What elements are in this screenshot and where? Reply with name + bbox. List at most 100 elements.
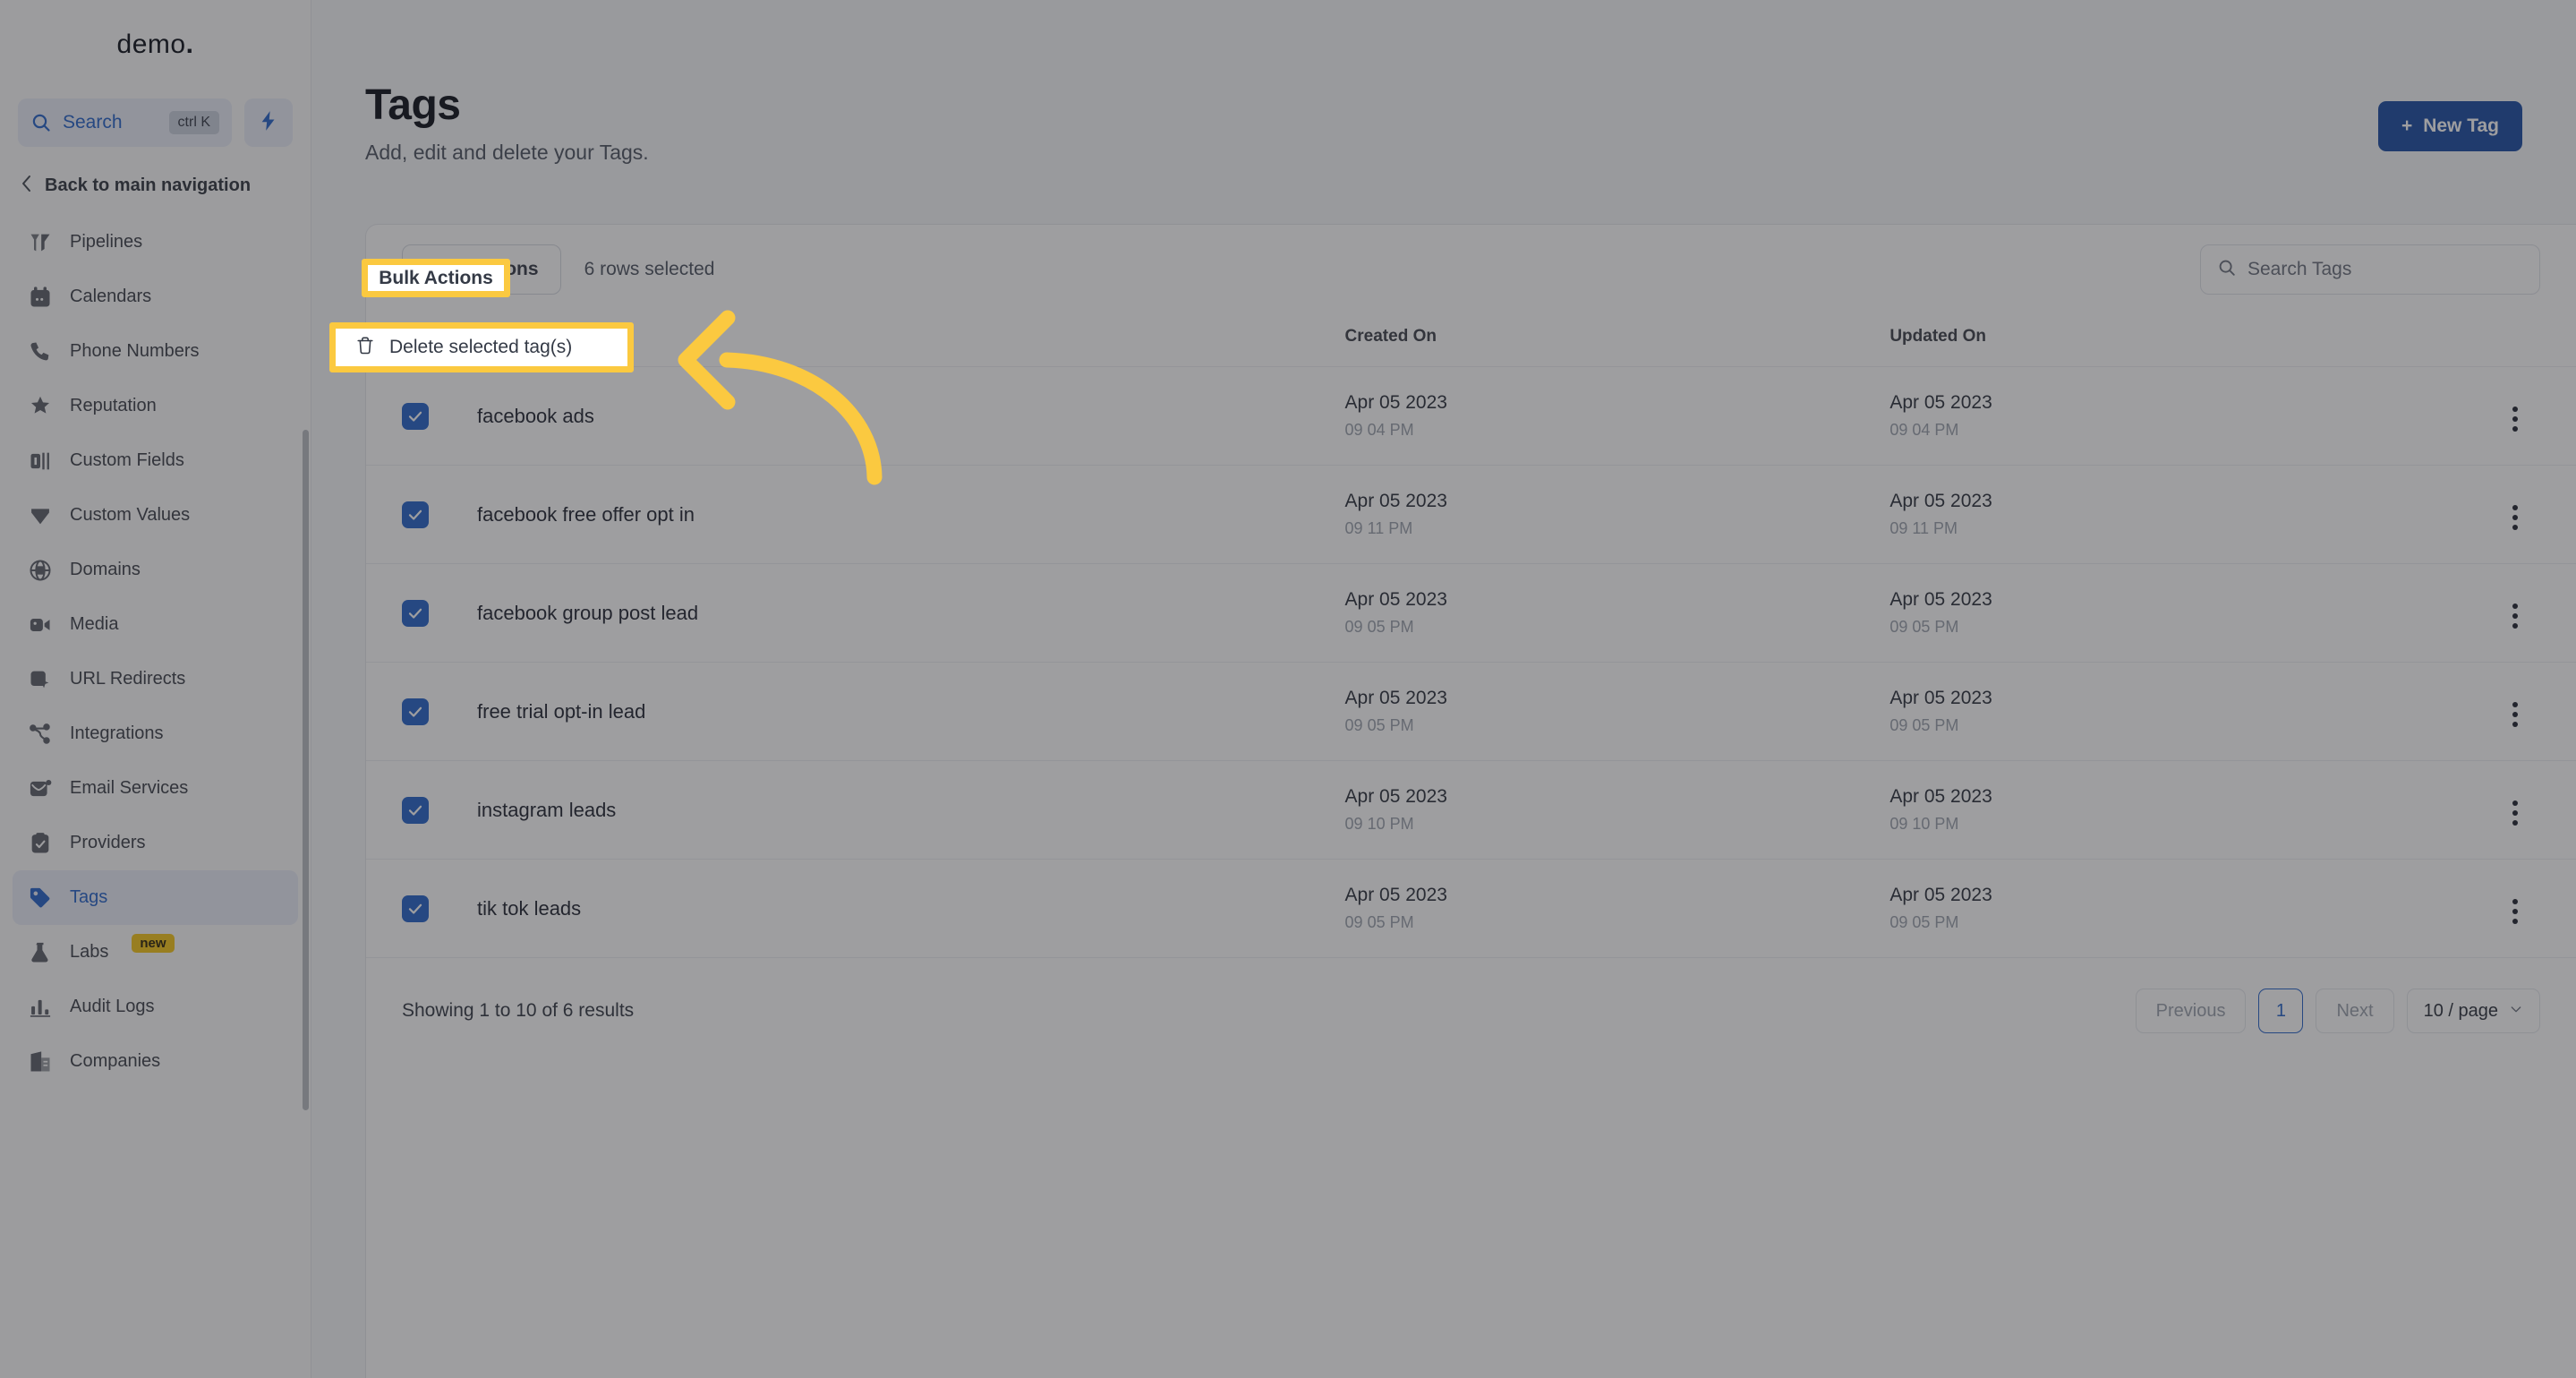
search-label: Search [63, 112, 123, 133]
showing-results-label: Showing 1 to 10 of 6 results [402, 1000, 635, 1021]
row-menu-icon[interactable] [2512, 603, 2519, 629]
sidebar-item-companies[interactable]: Companies [13, 1034, 298, 1089]
delete-selected-tags-label: Delete selected tag(s) [389, 337, 573, 357]
back-to-main-navigation[interactable]: Back to main navigation [0, 161, 311, 210]
table-row[interactable]: facebook group post lead Apr 05 2023 09 05… [366, 563, 2576, 663]
tag-name: facebook free offer opt in [477, 502, 695, 526]
row-actions-cell[interactable] [2454, 859, 2576, 958]
previous-page-button[interactable]: Previous [2135, 989, 2247, 1033]
created-time: 09 04 PM [1344, 421, 1414, 439]
tag-name-cell[interactable]: instagram leads [477, 760, 1345, 860]
sidebar-item-label: Email Services [70, 778, 189, 798]
sidebar-item-label: Phone Numbers [70, 341, 200, 361]
created-date: Apr 05 2023 [1344, 392, 1447, 413]
created-time: 09 05 PM [1344, 913, 1414, 931]
sidebar-item-label: Integrations [70, 723, 164, 743]
column-created-on[interactable]: Created On [1344, 314, 1890, 367]
sidebar-item-audit-logs[interactable]: Audit Logs [13, 980, 298, 1034]
row-checkbox-cell[interactable] [366, 366, 477, 466]
sidebar-item-label: Labs [70, 942, 109, 962]
row-actions-cell[interactable] [2454, 760, 2576, 860]
bulk-actions-highlight[interactable]: Bulk Actions [362, 259, 510, 297]
row-checkbox[interactable] [402, 894, 429, 922]
row-checkbox-cell[interactable] [366, 760, 477, 860]
new-tag-button[interactable]: + New Tag [2377, 101, 2522, 151]
row-menu-icon[interactable] [2512, 702, 2519, 727]
row-menu-icon[interactable] [2512, 407, 2519, 432]
row-checkbox[interactable] [402, 796, 429, 824]
tag-icon [27, 885, 54, 912]
per-page-select[interactable]: 10 / page [2406, 989, 2540, 1033]
sidebar-item-pipelines[interactable]: Pipelines [13, 215, 298, 270]
row-checkbox[interactable] [402, 402, 429, 430]
row-checkbox[interactable] [402, 501, 429, 528]
delete-selected-tags-menu-item[interactable]: Delete selected tag(s) [329, 322, 634, 372]
sidebar-item-label: Tags [70, 887, 108, 907]
created-on-cell: Apr 05 2023 09 11 PM [1344, 465, 1890, 564]
next-page-button[interactable]: Next [2316, 989, 2394, 1033]
sidebar-search-row: Search ctrl K [0, 98, 311, 147]
tag-name-cell[interactable]: facebook free offer opt in [477, 465, 1345, 564]
sidebar-item-domains[interactable]: Domains [13, 543, 298, 597]
updated-date: Apr 05 2023 [1889, 491, 1992, 511]
sidebar-item-integrations[interactable]: Integrations [13, 706, 298, 761]
search-tags-input[interactable]: Search Tags [2200, 244, 2540, 295]
row-actions-cell[interactable] [2454, 465, 2576, 564]
tags-toolbar: Bulk Actions 6 rows selected Search Tags [366, 225, 2576, 314]
sidebar-item-custom-fields[interactable]: Custom Fields [13, 433, 298, 488]
tag-name-cell[interactable]: free trial opt-in lead [477, 662, 1345, 761]
sidebar-item-custom-values[interactable]: Custom Values [13, 488, 298, 543]
tag-name-cell[interactable]: facebook ads [477, 366, 1345, 466]
row-checkbox[interactable] [402, 698, 429, 725]
sidebar-item-labs[interactable]: Labs new [13, 925, 298, 980]
sidebar-item-label: Custom Fields [70, 450, 184, 470]
sidebar-item-reputation[interactable]: Reputation [13, 379, 298, 433]
table-footer: Showing 1 to 10 of 6 results Previous 1 … [366, 958, 2576, 1064]
search-input[interactable]: Search ctrl K [18, 98, 232, 147]
tag-name-cell[interactable]: facebook group post lead [477, 563, 1345, 663]
row-checkbox-cell[interactable] [366, 465, 477, 564]
sidebar-item-email-services[interactable]: Email Services [13, 761, 298, 816]
row-checkbox[interactable] [402, 599, 429, 627]
table-row[interactable]: instagram leads Apr 05 2023 09 10 PM Apr 05… [366, 760, 2576, 860]
sidebar-scrollbar[interactable] [303, 430, 309, 1110]
per-page-label: 10 / page [2423, 1000, 2498, 1021]
table-row[interactable]: tik tok leads Apr 05 2023 09 05 PM Apr 05 2… [366, 859, 2576, 958]
page-header: Tags Add, edit and delete your Tags. + N… [311, 0, 2576, 165]
created-time: 09 05 PM [1344, 618, 1414, 636]
sidebar-item-calendars[interactable]: Calendars [13, 270, 298, 324]
sidebar-item-label: Audit Logs [70, 997, 155, 1016]
tag-name-cell[interactable]: tik tok leads [477, 859, 1345, 958]
chevron-left-icon [20, 173, 34, 198]
updated-time: 09 10 PM [1889, 815, 1959, 833]
sidebar-item-label: Media [70, 614, 119, 634]
row-actions-cell[interactable] [2454, 563, 2576, 663]
sidebar-item-label: URL Redirects [70, 669, 186, 689]
search-shortcut: ctrl K [168, 111, 219, 134]
column-updated-on[interactable]: Updated On [1889, 314, 2455, 367]
sidebar-item-providers[interactable]: Providers [13, 816, 298, 870]
sidebar-item-media[interactable]: Media [13, 597, 298, 652]
row-actions-cell[interactable] [2454, 366, 2576, 466]
created-date: Apr 05 2023 [1344, 491, 1447, 511]
row-checkbox-cell[interactable] [366, 662, 477, 761]
sidebar-item-url-redirects[interactable]: URL Redirects [13, 652, 298, 706]
sidebar-item-phone-numbers[interactable]: Phone Numbers [13, 324, 298, 379]
sidebar-item-tags[interactable]: Tags [13, 870, 298, 925]
updated-on-cell: Apr 05 2023 09 04 PM [1889, 366, 2455, 466]
back-label: Back to main navigation [45, 175, 252, 195]
row-menu-icon[interactable] [2512, 899, 2519, 924]
brand-name: demo [116, 30, 186, 59]
row-checkbox-cell[interactable] [366, 859, 477, 958]
page-number-button[interactable]: 1 [2258, 989, 2304, 1033]
pagination: Previous 1 Next 10 / page [2135, 989, 2540, 1033]
flask-icon [27, 939, 54, 966]
quick-action-button[interactable] [244, 98, 293, 147]
updated-on-cell: Apr 05 2023 09 05 PM [1889, 859, 2455, 958]
table-row[interactable]: free trial opt-in lead Apr 05 2023 09 05 P… [366, 662, 2576, 761]
row-checkbox-cell[interactable] [366, 563, 477, 663]
updated-date: Apr 05 2023 [1889, 885, 1992, 905]
row-menu-icon[interactable] [2512, 800, 2519, 826]
row-actions-cell[interactable] [2454, 662, 2576, 761]
row-menu-icon[interactable] [2512, 505, 2519, 530]
